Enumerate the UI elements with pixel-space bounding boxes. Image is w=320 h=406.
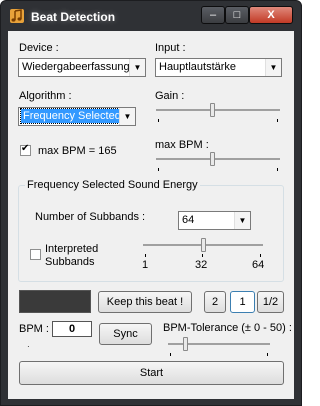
multiplier-2-button[interactable]: 2: [204, 291, 226, 313]
device-label: Device :: [19, 42, 59, 54]
subbands-value: 64: [182, 214, 195, 226]
interpreted-subbands-checkbox[interactable]: [30, 249, 41, 260]
bpm-value: 0: [52, 321, 92, 337]
interpreted-label-line1: Interpreted: [45, 243, 99, 255]
maximize-button[interactable]: □: [225, 6, 249, 24]
start-button[interactable]: Start: [19, 361, 284, 385]
music-note-icon: [10, 9, 24, 23]
multiplier-1-button[interactable]: 1: [230, 291, 255, 313]
max-bpm-slider[interactable]: [156, 152, 280, 172]
group-title: Frequency Selected Sound Energy: [25, 179, 200, 191]
interpreted-label-line2: Subbands: [45, 256, 95, 268]
gain-slider-thumb[interactable]: [210, 103, 215, 117]
input-value: Hauptlautstärke: [159, 61, 237, 73]
subbands-slider[interactable]: [143, 238, 263, 258]
subbands-label: Number of Subbands :: [35, 211, 146, 223]
chevron-down-icon: ▼: [265, 59, 281, 76]
multiplier-half-button[interactable]: 1/2: [257, 291, 284, 313]
chevron-down-icon: ▼: [129, 59, 145, 76]
subbands-slider-thumb[interactable]: [201, 238, 206, 252]
max-bpm-checkbox[interactable]: [20, 143, 31, 156]
input-label: Input :: [155, 42, 186, 54]
chevron-down-icon: ▼: [234, 212, 250, 229]
tolerance-slider[interactable]: [168, 337, 270, 357]
input-select[interactable]: Hauptlautstärke ▼: [155, 58, 282, 77]
bpm-label: BPM :: [19, 323, 49, 335]
window-title: Beat Detection: [31, 10, 116, 24]
frequency-group: Frequency Selected Sound Energy Number o…: [18, 179, 284, 282]
max-bpm-slider-thumb[interactable]: [210, 152, 215, 166]
max-bpm-label: max BPM :: [155, 139, 209, 151]
chevron-down-icon: ▼: [119, 108, 135, 125]
sync-button[interactable]: Sync: [99, 323, 152, 345]
algorithm-label: Algorithm :: [19, 90, 72, 102]
device-select[interactable]: Wiedergabeerfassung ▼: [18, 58, 146, 77]
tolerance-label: BPM-Tolerance (± 0 - 50) :: [163, 322, 292, 334]
beat-indicator: [19, 290, 91, 313]
subbands-tick-min: 1: [142, 259, 149, 271]
subbands-tick-mid: 32: [195, 259, 208, 271]
gain-slider[interactable]: [156, 103, 280, 123]
device-value: Wiedergabeerfassung: [22, 61, 130, 73]
subbands-tick-max: 64: [252, 259, 265, 271]
app-window: Beat Detection – □ X Device : Wiedergabe…: [0, 0, 302, 406]
max-bpm-checkbox-label: max BPM = 165: [38, 145, 117, 157]
close-button[interactable]: X: [249, 6, 293, 24]
tolerance-slider-thumb[interactable]: [183, 337, 188, 351]
title-bar[interactable]: Beat Detection – □ X: [1, 1, 301, 31]
minimize-button[interactable]: –: [201, 6, 225, 24]
algorithm-select[interactable]: Frequency Selected ▼: [18, 107, 136, 126]
subbands-select[interactable]: 64 ▼: [178, 211, 251, 230]
algorithm-value: Frequency Selected: [20, 108, 124, 124]
keep-beat-button[interactable]: Keep this beat !: [98, 291, 192, 313]
gain-label: Gain :: [155, 90, 185, 102]
client-area: Device : Wiedergabeerfassung ▼ Input : H…: [8, 31, 294, 399]
